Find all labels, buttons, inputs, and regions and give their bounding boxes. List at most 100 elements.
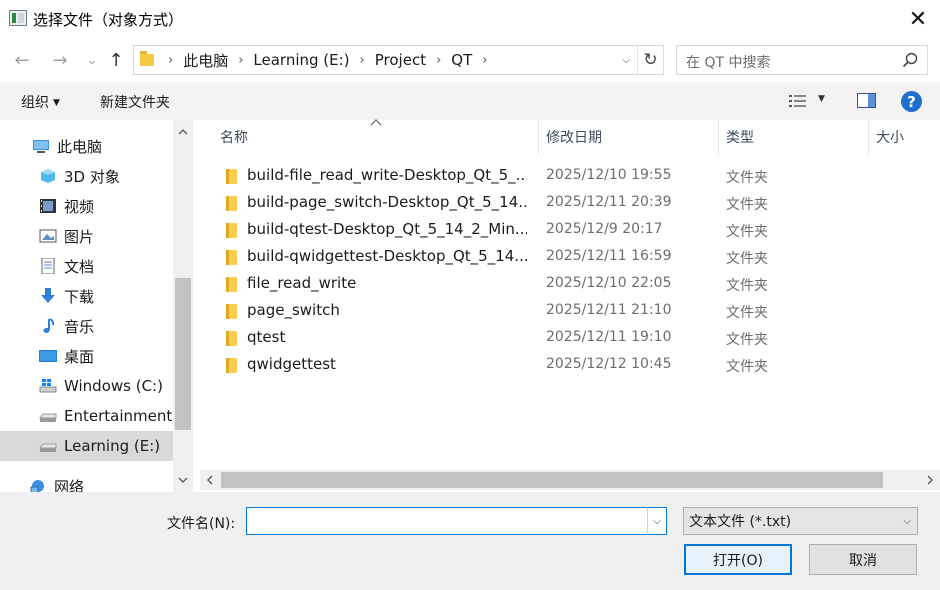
breadcrumb-qt[interactable]: QT [451, 51, 472, 69]
chevron-down-icon: ⌵ [903, 516, 911, 527]
navigation-scrollbar[interactable] [173, 120, 193, 492]
column-header-size[interactable]: 大小 [876, 120, 904, 154]
table-row[interactable]: file_read_write 2025/12/10 22:05 文件夹 [200, 270, 940, 297]
sidebar-item-label: Windows (C:) [64, 377, 163, 395]
file-name: qwidgettest [247, 355, 336, 373]
sidebar-item-downloads[interactable]: 下载 [0, 281, 173, 311]
view-options-icon[interactable] [789, 94, 807, 108]
search-input[interactable]: 在 QT 中搜索 [686, 52, 770, 72]
scroll-down-button[interactable] [173, 470, 193, 490]
sidebar-item-entertainment[interactable]: Entertainment ( [0, 401, 173, 431]
forward-button[interactable]: → [48, 48, 72, 72]
chevron-down-icon: ⌵ [622, 54, 630, 66]
sidebar-item-label: Learning (E:) [64, 437, 161, 455]
sidebar-item-learning-e[interactable]: Learning (E:) [0, 431, 173, 461]
file-name-panel: 文件名(N): ⌵ 文本文件 (*.txt) ⌵ 打开(O) 取消 [0, 492, 940, 590]
title-bar: 选择文件（对象方式） ✕ [0, 0, 940, 38]
organize-button[interactable]: 组织 ▼ [21, 92, 60, 112]
column-divider[interactable] [718, 120, 719, 154]
recent-locations-button[interactable]: ⌄ [80, 48, 104, 72]
sidebar-item-pictures[interactable]: 图片 [0, 221, 173, 251]
preview-pane-icon[interactable] [857, 93, 876, 108]
open-button[interactable]: 打开(O) [684, 544, 792, 575]
table-row[interactable]: build-file_read_write-Desktop_Qt_5_... 2… [200, 162, 940, 189]
up-button[interactable]: ↑ [104, 48, 128, 72]
file-name: build-qtest-Desktop_Qt_5_14_2_Min... [247, 220, 527, 238]
sidebar-item-windows-c[interactable]: Windows (C:) [0, 371, 173, 401]
sidebar-item-documents[interactable]: 文档 [0, 251, 173, 281]
sidebar-item-3d-objects[interactable]: 3D 对象 [0, 161, 173, 191]
breadcrumb-separator[interactable]: › [482, 53, 487, 68]
file-type: 文件夹 [726, 359, 768, 375]
chevron-left-icon [207, 475, 213, 485]
back-button[interactable]: ← [10, 48, 34, 72]
sidebar-item-label: 3D 对象 [64, 167, 120, 186]
file-type-select[interactable]: 文本文件 (*.txt) ⌵ [683, 507, 918, 535]
column-header-name[interactable]: 名称 [220, 120, 248, 154]
view-dropdown-icon[interactable]: ▼ [818, 94, 825, 104]
file-modified: 2025/12/11 20:39 [546, 194, 672, 210]
search-box[interactable]: 在 QT 中搜索 [676, 45, 928, 75]
address-dropdown-button[interactable]: ⌵ [617, 46, 635, 74]
new-folder-button[interactable]: 新建文件夹 [100, 92, 170, 112]
video-icon [40, 199, 56, 213]
breadcrumb-separator[interactable]: › [168, 53, 173, 68]
sidebar-item-desktop[interactable]: 桌面 [0, 341, 173, 371]
breadcrumb-separator[interactable]: › [238, 53, 243, 68]
filename-label: 文件名(N): [167, 516, 236, 532]
table-row[interactable]: build-qwidgettest-Desktop_Qt_5_14... 202… [200, 243, 940, 270]
breadcrumb-separator[interactable]: › [360, 53, 365, 68]
column-header-label: 大小 [876, 130, 904, 146]
documents-icon [41, 258, 55, 274]
forward-arrow-icon: → [52, 49, 68, 71]
sidebar-item-this-pc[interactable]: 此电脑 [0, 131, 173, 161]
refresh-button[interactable]: ↻ [637, 46, 663, 74]
3d-objects-icon [41, 169, 55, 183]
folder-icon [226, 304, 237, 319]
sidebar-item-videos[interactable]: 视频 [0, 191, 173, 221]
scrollbar-thumb[interactable] [175, 278, 191, 430]
table-row[interactable]: page_switch 2025/12/11 21:10 文件夹 [200, 297, 940, 324]
file-modified: 2025/12/9 20:17 [546, 221, 663, 237]
close-button[interactable]: ✕ [896, 0, 940, 38]
sidebar-item-label: 图片 [64, 227, 95, 246]
file-type: 文件夹 [726, 197, 768, 213]
search-icon[interactable] [901, 51, 919, 69]
refresh-icon: ↻ [643, 50, 658, 70]
breadcrumb-project[interactable]: Project [375, 51, 426, 69]
file-name: file_read_write [247, 274, 357, 292]
windows-drive-icon [39, 379, 57, 393]
breadcrumb-learning-drive[interactable]: Learning (E:) [253, 51, 349, 69]
scrollbar-thumb[interactable] [221, 472, 883, 488]
scroll-right-button[interactable] [920, 470, 940, 490]
file-type: 文件夹 [726, 224, 768, 240]
window-title: 选择文件（对象方式） [33, 11, 184, 29]
sidebar-item-network[interactable]: 网络 [0, 471, 173, 492]
filename-input[interactable] [246, 507, 648, 535]
file-modified: 2025/12/11 21:10 [546, 302, 672, 318]
cancel-button[interactable]: 取消 [809, 544, 917, 575]
table-row[interactable]: qtest 2025/12/11 19:10 文件夹 [200, 324, 940, 351]
file-list-scrollbar[interactable] [200, 470, 940, 490]
table-row[interactable]: qwidgettest 2025/12/12 10:45 文件夹 [200, 351, 940, 378]
folder-icon [226, 169, 237, 184]
sidebar-item-music[interactable]: 音乐 [0, 311, 173, 341]
filename-history-dropdown[interactable]: ⌵ [647, 507, 667, 535]
breadcrumb-separator[interactable]: › [436, 53, 441, 68]
table-row[interactable]: build-qtest-Desktop_Qt_5_14_2_Min... 202… [200, 216, 940, 243]
help-icon[interactable]: ? [901, 91, 922, 112]
file-type-value: 文本文件 (*.txt) [689, 514, 792, 530]
scroll-up-button[interactable] [173, 122, 193, 142]
close-icon: ✕ [908, 6, 928, 32]
address-bar[interactable]: › 此电脑 › Learning (E:) › Project › QT › ⌵… [133, 45, 664, 75]
column-header-modified[interactable]: 修改日期 [546, 120, 602, 154]
sidebar-item-label: Entertainment ( [64, 407, 173, 425]
table-row[interactable]: build-page_switch-Desktop_Qt_5_14... 202… [200, 189, 940, 216]
column-header-type[interactable]: 类型 [726, 120, 754, 154]
column-divider[interactable] [868, 120, 869, 154]
file-type: 文件夹 [726, 170, 768, 186]
scroll-left-button[interactable] [200, 470, 220, 490]
network-icon [30, 480, 44, 492]
column-divider[interactable] [538, 120, 539, 154]
breadcrumb-this-pc[interactable]: 此电脑 [183, 50, 228, 71]
